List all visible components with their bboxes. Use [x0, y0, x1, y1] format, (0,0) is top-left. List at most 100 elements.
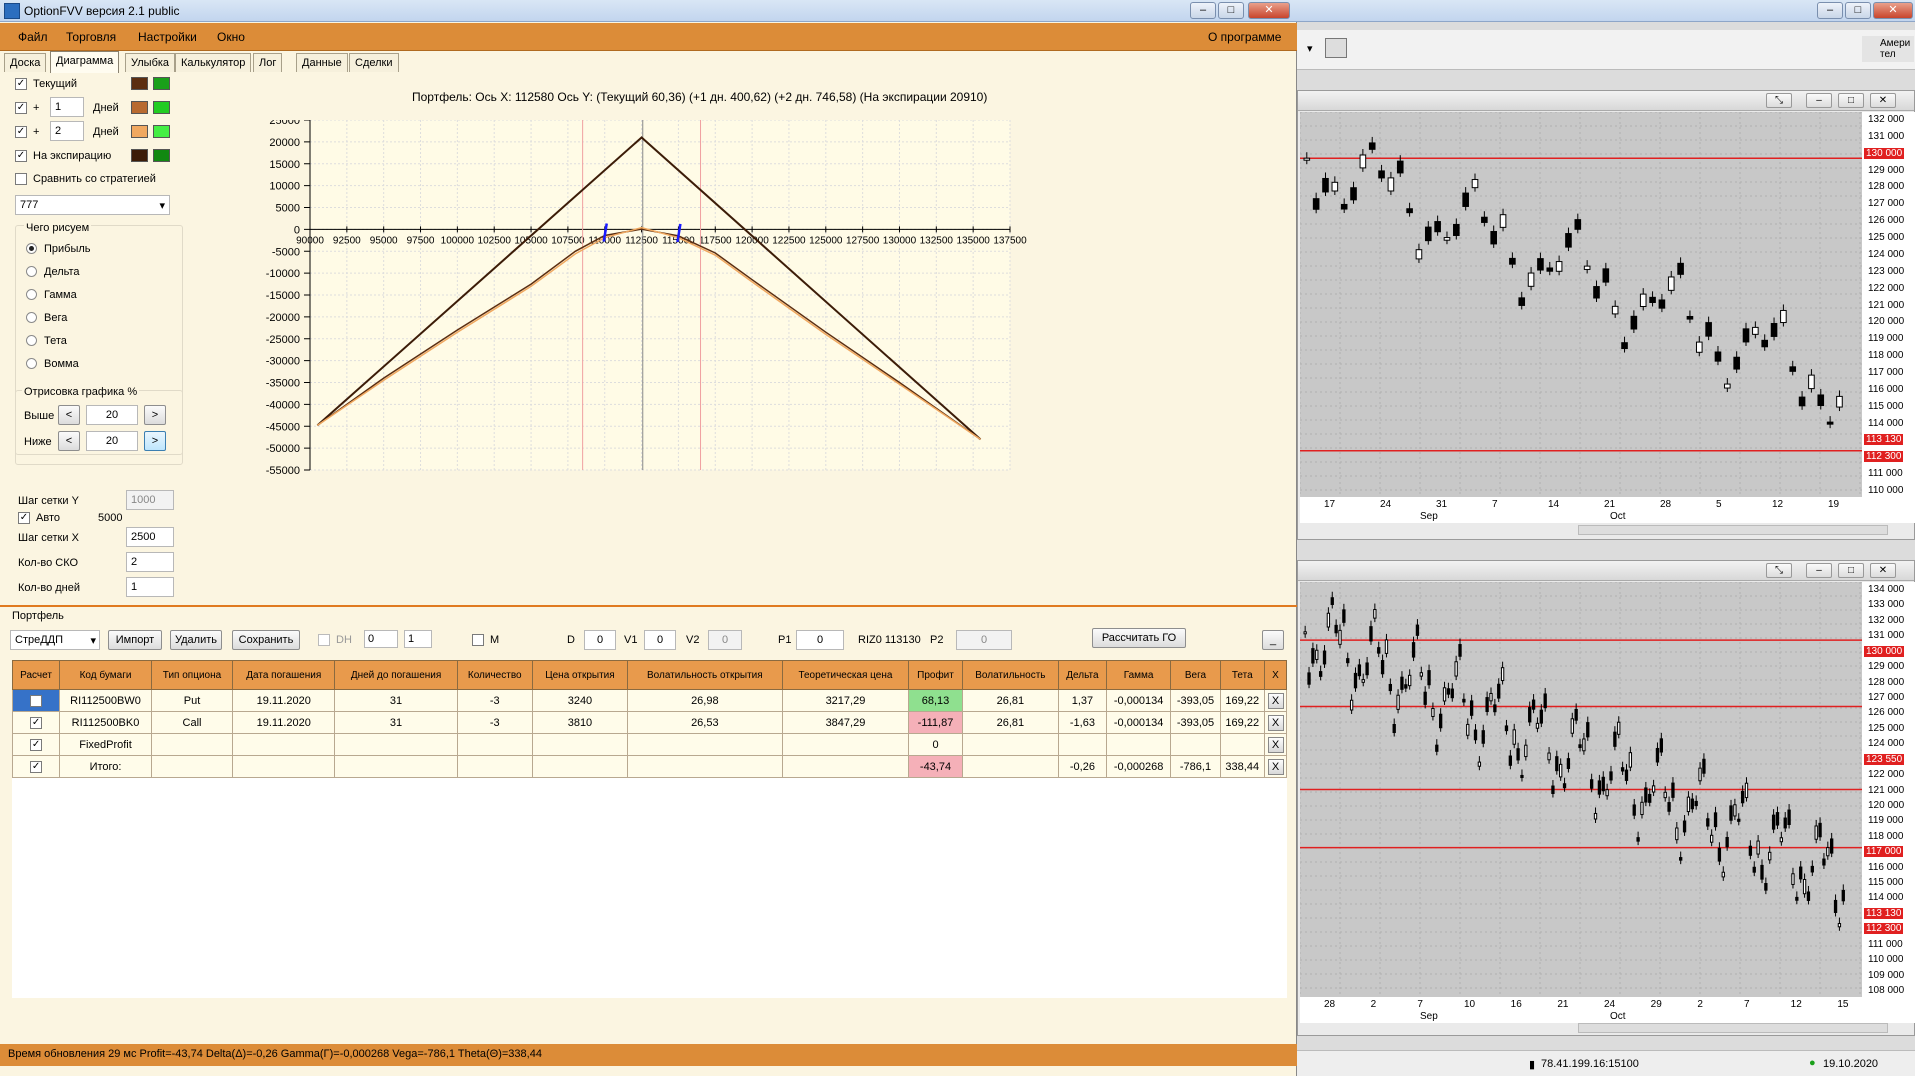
table-cell[interactable]: X	[1264, 711, 1287, 734]
radio-vomma[interactable]	[26, 358, 37, 369]
import-button[interactable]: Импорт	[108, 630, 162, 650]
expiry-checkbox[interactable]: ✓	[15, 150, 27, 162]
compare-checkbox[interactable]	[15, 173, 27, 185]
tab-deals[interactable]: Сделки	[349, 53, 399, 72]
column-header[interactable]: Гамма	[1105, 660, 1172, 690]
scrollbar-bottom[interactable]	[1578, 1023, 1888, 1033]
table-cell[interactable]: ✓	[11, 711, 61, 734]
menu-window[interactable]: Окно	[217, 30, 245, 44]
column-header[interactable]: Расчет	[11, 660, 61, 690]
above-decrease-button[interactable]: <	[58, 405, 80, 425]
table-cell[interactable]: ✓	[11, 755, 61, 778]
column-header[interactable]: Профит	[908, 660, 963, 690]
minimize-button[interactable]: –	[1806, 563, 1832, 578]
current-checkbox[interactable]: ✓	[15, 78, 27, 90]
tab-log[interactable]: Лог	[253, 53, 283, 72]
panel-divider[interactable]	[0, 605, 1297, 607]
close-button[interactable]: ✕	[1248, 2, 1290, 19]
day1-color-2[interactable]	[153, 101, 170, 114]
save-button[interactable]: Сохранить	[232, 630, 300, 650]
menu-file[interactable]: Файл	[18, 30, 48, 44]
column-header[interactable]: Цена открытия	[531, 660, 629, 690]
remove-row-button[interactable]: X	[1267, 692, 1284, 709]
menu-settings[interactable]: Настройки	[138, 30, 197, 44]
day2-color-1[interactable]	[131, 125, 148, 138]
expiry-color-1[interactable]	[131, 149, 148, 162]
below-decrease-button[interactable]: <	[58, 431, 80, 451]
table-row[interactable]: ✓ Итого: -43,74 -0,26 -0,000268 -786,1 338,44 X	[11, 755, 1287, 778]
v1-input[interactable]: 0	[644, 630, 676, 650]
maximize-button[interactable]: □	[1845, 2, 1871, 19]
table-row[interactable]: ✓ FixedProfit 0 X	[11, 733, 1287, 756]
tab-calculator[interactable]: Калькулятор	[175, 53, 252, 72]
column-header[interactable]: Дата погашения	[232, 660, 336, 690]
column-header[interactable]: Тип опциона	[150, 660, 234, 690]
table-cell[interactable]: X	[1264, 689, 1287, 712]
minimize-button[interactable]: –	[1806, 93, 1832, 108]
auto-checkbox[interactable]: ✓	[18, 512, 30, 524]
tab-board[interactable]: Доска	[4, 53, 47, 72]
menu-trading[interactable]: Торговля	[66, 30, 116, 44]
day1-color-1[interactable]	[131, 101, 148, 114]
below-input[interactable]: 20	[86, 431, 138, 451]
column-header[interactable]: Волатильность открытия	[627, 660, 783, 690]
column-header[interactable]: Дней до погашения	[334, 660, 458, 690]
column-header[interactable]: X	[1264, 660, 1287, 690]
radio-gamma[interactable]	[26, 289, 37, 300]
maximize-button[interactable]: □	[1838, 93, 1864, 108]
day2-color-2[interactable]	[153, 125, 170, 138]
column-header[interactable]: Тета	[1219, 660, 1266, 690]
dh-checkbox[interactable]	[318, 634, 330, 646]
table-cell[interactable]: X	[1264, 733, 1287, 756]
toolbar-icon[interactable]	[1325, 38, 1347, 58]
remove-row-button[interactable]: X	[1267, 736, 1284, 753]
pin-icon[interactable]: ⤡	[1766, 563, 1792, 578]
close-button[interactable]: ✕	[1870, 93, 1896, 108]
day1-input[interactable]: 1	[50, 97, 84, 117]
column-header[interactable]: Код бумаги	[59, 660, 152, 690]
calc-go-button[interactable]: Рассчитать ГО	[1092, 628, 1186, 648]
pin-icon[interactable]: ⤡	[1766, 93, 1792, 108]
collapse-button[interactable]: _	[1262, 630, 1284, 650]
delete-button[interactable]: Удалить	[170, 630, 222, 650]
scrollbar-top[interactable]	[1578, 525, 1888, 535]
table-row[interactable]: ✓ RI112500BK0 Call 19.11.2020 31 -3 3810 26,53 3…	[11, 711, 1287, 734]
column-header[interactable]: Теоретическая цена	[781, 660, 910, 690]
column-header[interactable]: Волатильность	[961, 660, 1060, 690]
current-color-1[interactable]	[131, 77, 148, 90]
day2-input[interactable]: 2	[50, 121, 84, 141]
tab-data[interactable]: Данные	[296, 53, 348, 72]
below-increase-button[interactable]: >	[144, 431, 166, 451]
v2-input[interactable]: 0	[708, 630, 742, 650]
maximize-button[interactable]: □	[1218, 2, 1244, 19]
table-row[interactable]: ✓ RI112500BW0 Put 19.11.2020 31 -3 3240 26,98 32…	[11, 689, 1287, 712]
ndays-input[interactable]: 1	[126, 577, 174, 597]
current-color-2[interactable]	[153, 77, 170, 90]
grid-y-input[interactable]: 1000	[126, 490, 174, 510]
tab-diagram[interactable]: Диаграмма	[50, 51, 120, 73]
remove-row-button[interactable]: X	[1267, 758, 1284, 775]
day1-checkbox[interactable]: ✓	[15, 102, 27, 114]
minimize-button[interactable]: –	[1817, 2, 1843, 19]
column-header[interactable]: Количество	[456, 660, 533, 690]
radio-vega[interactable]	[26, 312, 37, 323]
close-button[interactable]: ✕	[1873, 2, 1913, 19]
sko-input[interactable]: 2	[126, 552, 174, 572]
portfolio-select[interactable]: СтреДДП ▾	[10, 630, 100, 650]
row-checkbox[interactable]: ✓	[30, 739, 43, 751]
column-header[interactable]: Дельта	[1058, 660, 1107, 690]
table-cell[interactable]: ✓	[11, 733, 61, 756]
row-checkbox[interactable]: ✓	[30, 761, 43, 773]
radio-theta[interactable]	[26, 335, 37, 346]
maximize-button[interactable]: □	[1838, 563, 1864, 578]
minimize-button[interactable]: –	[1190, 2, 1216, 19]
column-header[interactable]: Вега	[1170, 660, 1221, 690]
grid-x-input[interactable]: 2500	[126, 527, 174, 547]
m-checkbox[interactable]	[472, 634, 484, 646]
table-cell[interactable]: X	[1264, 755, 1287, 778]
dh-step-spinner[interactable]: 1	[404, 630, 432, 648]
close-button[interactable]: ✕	[1870, 563, 1896, 578]
row-checkbox[interactable]: ✓	[30, 717, 43, 729]
expiry-color-2[interactable]	[153, 149, 170, 162]
menu-about[interactable]: О программе	[1208, 30, 1281, 44]
